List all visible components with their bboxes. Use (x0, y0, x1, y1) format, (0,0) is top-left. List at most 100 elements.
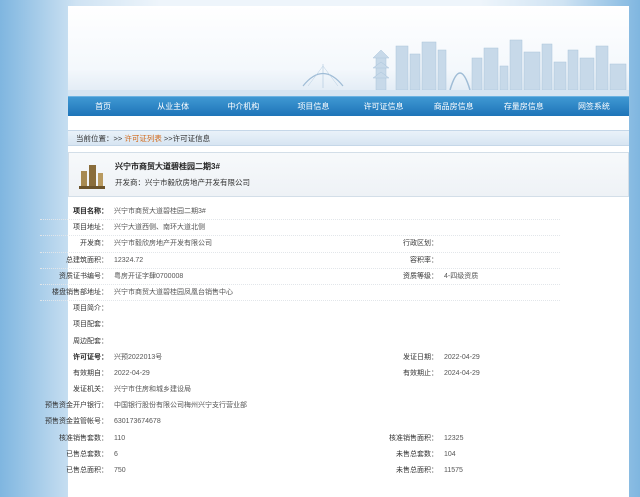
info-value-v2: 4-四级资质 (444, 272, 479, 280)
info-label-l2 (348, 220, 438, 235)
info-label-l1: 核准销售套数： (59, 434, 108, 442)
developer-name: 兴宁市毅欣房地产开发有限公司 (145, 178, 250, 187)
info-value-v2: 2022-04-29 (444, 353, 480, 361)
info-label-l1: 项目配套： (73, 321, 108, 329)
info-value-v2 (438, 334, 444, 350)
info-value-v1: 兴宁市商贸大道碧桂园二期3# (114, 208, 206, 215)
nav-contract-system[interactable]: 网签系统 (559, 97, 629, 116)
info-row: 已售总套数： 6 未售总套数： 104 (40, 447, 560, 463)
info-value-v1 (108, 317, 348, 333)
info-label-l2: 容积率： (410, 256, 438, 264)
info-label-l1: 项目简介： (73, 305, 108, 313)
info-row: 资质证书编号： 粤房开证字肆0700008 资质等级： 4-四级资质 (40, 269, 560, 285)
header-banner (68, 6, 629, 96)
info-value-v1: 6 (114, 450, 118, 458)
info-label-l1: 资质证书编号： (59, 272, 108, 280)
info-label-l2 (348, 414, 438, 430)
info-row: 项目配套： (40, 317, 560, 333)
info-label-l1: 已售总套数： (66, 450, 108, 458)
info-value-v1 (108, 334, 348, 350)
info-label-l1: 预售资金开户银行： (45, 402, 108, 410)
info-row: 核准销售套数： 110 核准销售面积： 12325 (40, 431, 560, 447)
permit-info-table: 项目名称： 兴宁市商贸大道碧桂园二期3# 项目地址： 兴宁大道西侧、南环大道北侧 开发商… (40, 204, 560, 479)
info-label-l2 (348, 301, 438, 317)
info-value-v2: 12325 (444, 434, 464, 442)
breadcrumb-current: >>许可证信息 (161, 134, 211, 143)
info-value-v2: 2024-04-29 (444, 369, 480, 377)
city-skyline-illustration (68, 39, 629, 96)
info-value-v2 (438, 285, 444, 300)
info-label-l1: 总建筑面积： (66, 256, 108, 264)
info-label-l2 (348, 398, 438, 414)
nav-entities[interactable]: 从业主体 (138, 97, 208, 116)
project-developer: 开发商：兴宁市毅欣房地产开发有限公司 (115, 177, 250, 188)
breadcrumb: 当前位置：>> 许可证列表 >>许可证信息 (68, 130, 629, 146)
info-label-l1: 开发商： (80, 240, 108, 248)
info-label-l2: 未售总面积： (396, 467, 438, 474)
info-label-l2: 行政区划： (403, 240, 438, 248)
info-label-l2: 发证日期： (403, 353, 438, 361)
nav-projects[interactable]: 项目信息 (278, 97, 348, 116)
info-value-v2 (438, 317, 444, 333)
info-label-l2 (348, 204, 438, 219)
project-header: 兴宁市商贸大道碧桂园二期3# 开发商：兴宁市毅欣房地产开发有限公司 (68, 152, 629, 197)
info-row: 有效期自： 2022-04-29 有效期止： 2024-04-29 (40, 366, 560, 382)
info-value-v1: 兴宁市商贸大道碧桂园凤凰台销售中心 (114, 288, 233, 296)
info-row: 开发商： 兴宁市毅欣房地产开发有限公司 行政区划： (40, 236, 560, 253)
info-value-v1: 中国银行股份有限公司梅州兴宁支行营业部 (114, 402, 247, 410)
info-row: 项目简介： (40, 301, 560, 317)
info-label-l1: 预售资金监管帐号： (45, 418, 108, 426)
info-row: 项目名称： 兴宁市商贸大道碧桂园二期3# (40, 204, 560, 221)
breadcrumb-prefix: 当前位置：>> (76, 134, 125, 143)
info-label-l1: 已售总面积： (66, 467, 108, 474)
info-row: 预售资金监管帐号： 630173674678 (40, 414, 560, 430)
nav-existing-housing[interactable]: 存量房信息 (489, 97, 559, 116)
info-row: 预售资金开户银行： 中国银行股份有限公司梅州兴宁支行营业部 (40, 398, 560, 414)
main-nav: 首页 从业主体 中介机构 项目信息 许可证信息 商品房信息 存量房信息 网签系统 (68, 96, 629, 116)
nav-agencies[interactable]: 中介机构 (208, 97, 278, 116)
info-value-v1: 630173674678 (114, 418, 161, 426)
project-title: 兴宁市商贸大道碧桂园二期3# (115, 162, 220, 171)
info-row: 周边配套： (40, 334, 560, 350)
info-label-l2 (348, 317, 438, 333)
nav-permits[interactable]: 许可证信息 (349, 97, 419, 116)
info-value-v1: 2022-04-29 (114, 369, 150, 377)
info-label-l2: 有效期止： (403, 369, 438, 377)
info-label-l1: 有效期自： (73, 369, 108, 377)
info-label-l1: 项目地址： (73, 224, 108, 232)
info-row: 楼盘销售部地址： 兴宁市商贸大道碧桂园凤凰台销售中心 (40, 285, 560, 302)
info-label-l1: 楼盘销售部地址： (52, 288, 108, 296)
info-label-l1: 许可证号： (73, 353, 108, 361)
info-row: 项目地址： 兴宁大道西侧、南环大道北侧 (40, 220, 560, 237)
info-label-l2 (348, 382, 438, 398)
info-value-v1: 粤房开证字肆0700008 (114, 272, 184, 280)
info-row: 发证机关： 兴宁市住房和城乡建设局 (40, 382, 560, 398)
info-value-v1: 110 (114, 434, 126, 442)
nav-home[interactable]: 首页 (68, 97, 138, 116)
info-row: 已售总面积： 750 未售总面积： 11575 (40, 463, 560, 479)
info-value-v2 (438, 253, 444, 268)
info-label-l2: 核准销售面积： (389, 434, 438, 442)
info-value-v1: 750 (114, 467, 126, 474)
info-value-v2 (438, 220, 444, 235)
info-value-v1: 兴宁市住房和城乡建设局 (114, 386, 191, 394)
building-icon (79, 165, 105, 189)
breadcrumb-permit-list-link[interactable]: 许可证列表 (124, 134, 162, 143)
info-label-l2 (348, 334, 438, 350)
info-value-v1 (108, 301, 348, 317)
info-value-v2: 11575 (444, 467, 463, 474)
info-label-l2: 资质等级： (403, 272, 438, 280)
developer-label: 开发商： (115, 178, 145, 187)
info-value-v2 (438, 398, 444, 414)
info-label-l2 (348, 285, 438, 300)
info-value-v2 (438, 204, 444, 219)
info-row: 总建筑面积： 12324.72 容积率： (40, 253, 560, 269)
info-value-v2: 104 (444, 450, 456, 458)
info-label-l1: 项目名称： (73, 208, 108, 215)
info-value-v2 (438, 301, 444, 317)
info-label-l2: 未售总套数： (396, 450, 438, 458)
nav-new-housing[interactable]: 商品房信息 (419, 97, 489, 116)
info-value-v2 (438, 382, 444, 398)
info-row: 许可证号： 兴预2022013号 发证日期： 2022-04-29 (40, 350, 560, 366)
info-label-l1: 周边配套： (73, 337, 108, 345)
